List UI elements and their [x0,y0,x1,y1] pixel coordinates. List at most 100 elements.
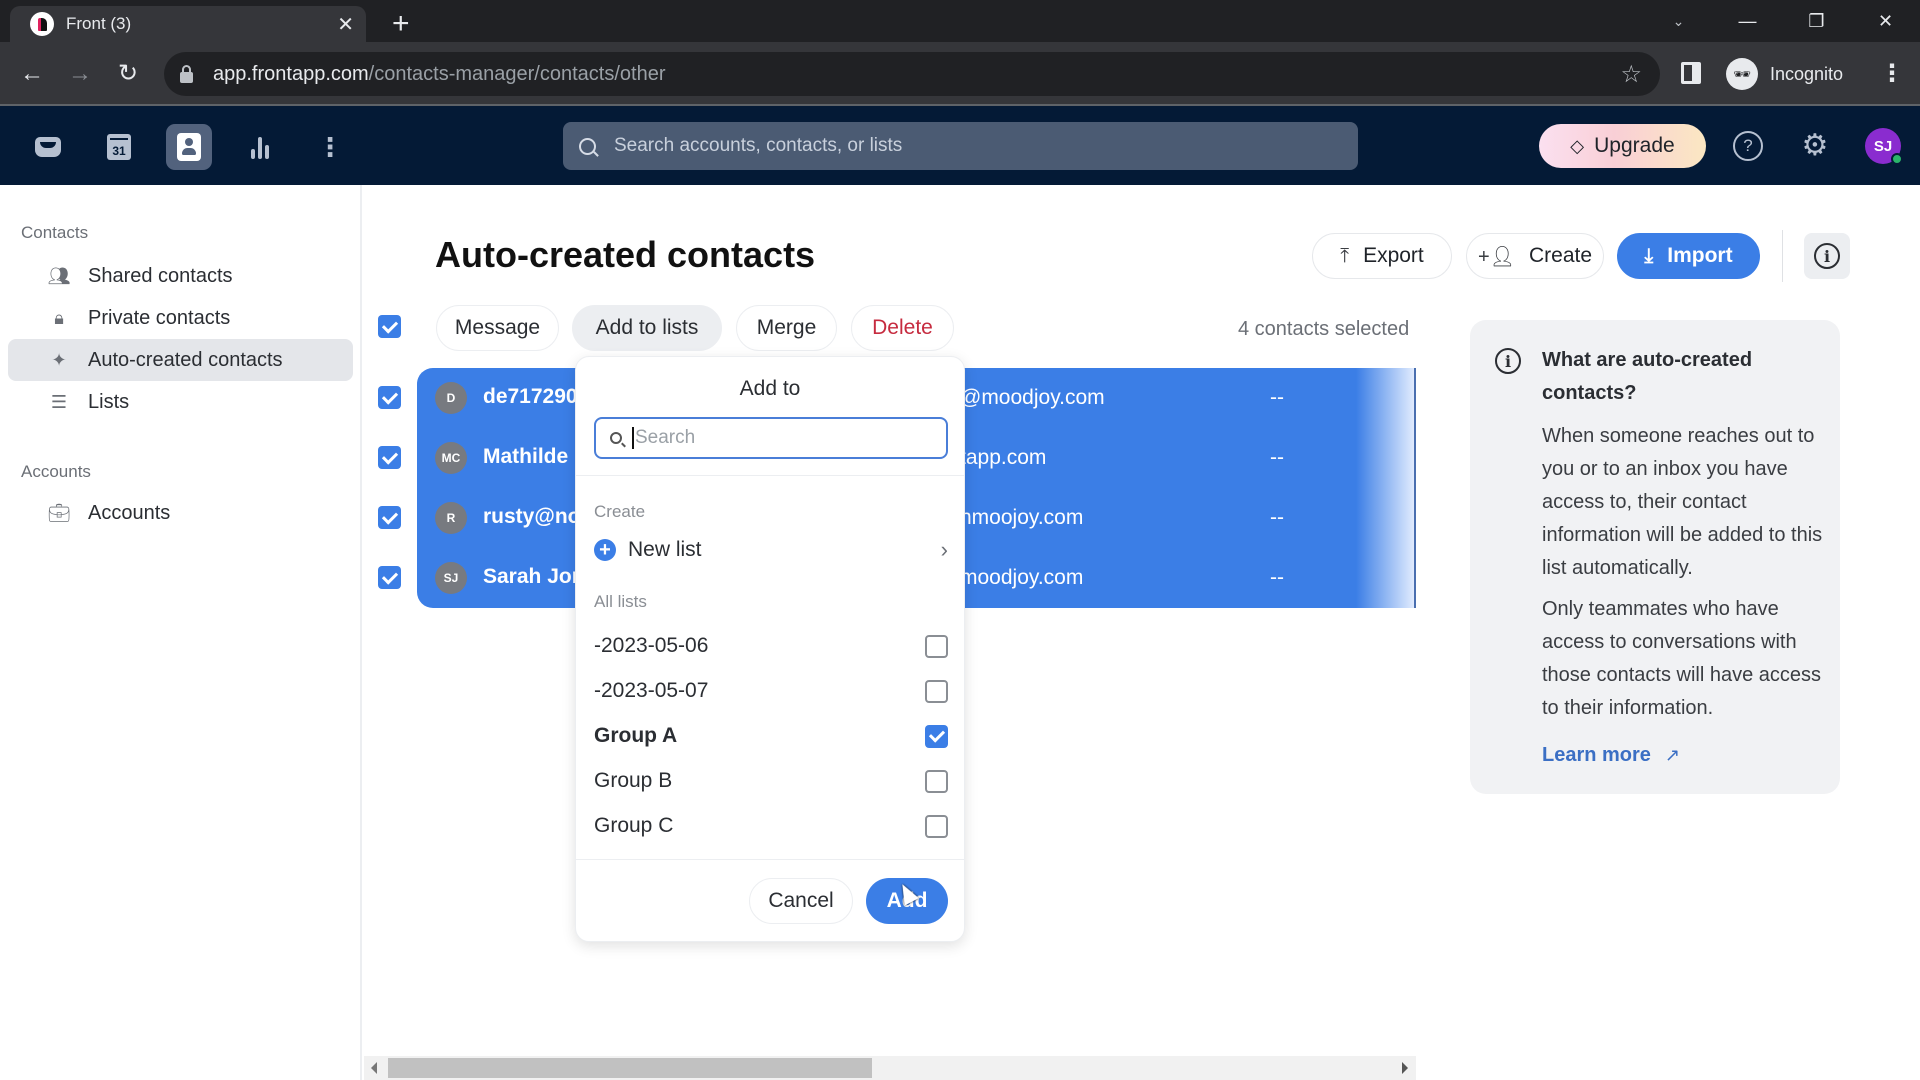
delete-button[interactable]: Delete [851,305,954,351]
cancel-button[interactable]: Cancel [749,878,853,924]
inbox-nav-button[interactable] [25,124,71,170]
contact-email: nmoojoy.com [960,506,1084,529]
close-window-button[interactable]: ✕ [1851,11,1920,32]
sidebar: Contacts 👥︎ Shared contacts 🔒︎ Private c… [0,185,362,1080]
list-search-input[interactable] [632,427,932,449]
restore-button[interactable]: ❐ [1782,11,1851,32]
url-host: app.frontapp.com [213,62,369,85]
contact-email: @moodjoy.com [960,386,1105,409]
table-edge-line [1414,368,1416,608]
sidebar-item-label: Auto-created contacts [88,348,283,371]
all-lists-label: All lists [594,592,647,611]
tab-close-icon[interactable]: ✕ [337,12,354,37]
horizontal-scrollbar[interactable] [364,1056,1416,1080]
scroll-left-arrow-icon[interactable] [371,1062,377,1074]
contact-email: tapp.com [960,446,1047,469]
row-checkbox[interactable] [378,386,401,409]
contact-name: Mathilde [483,445,569,468]
browser-menu-icon[interactable]: ⋮ [1880,54,1904,94]
new-tab-button[interactable]: + [392,6,410,42]
create-button[interactable]: +👤︎ Create [1466,233,1604,279]
list-option[interactable]: Group B [594,761,948,801]
row-checkbox[interactable] [378,566,401,589]
minimize-button[interactable]: — [1713,11,1782,32]
global-search-input[interactable]: Search accounts, contacts, or lists [563,122,1358,170]
incognito-label: Incognito [1770,63,1844,84]
contact-phone: -- [1270,506,1284,529]
table-scroll-fade [1356,368,1416,608]
side-panel-icon[interactable] [1681,62,1701,84]
info-panel: i What are auto-created contacts? When s… [1470,320,1840,794]
contact-phone: -- [1270,566,1284,589]
browser-tab[interactable]: Front (3) ✕ [10,6,366,42]
incognito-icon: 🕶 [1726,58,1758,90]
avatar-initials: SJ [1873,137,1893,155]
bookmark-star-icon[interactable]: ☆ [1620,60,1642,89]
add-to-lists-button[interactable]: Add to lists [572,305,722,351]
list-option-checkbox[interactable] [925,769,948,793]
list-option-checkbox[interactable] [925,679,948,703]
contact-phone: -- [1270,386,1284,409]
sidebar-item-shared-contacts[interactable]: 👥︎ Shared contacts [8,255,353,297]
calendar-nav-button[interactable]: 31 [96,124,142,170]
sidebar-section-accounts: Accounts [21,462,91,481]
sidebar-item-label: Accounts [88,501,171,524]
chevron-right-icon: › [940,537,948,562]
back-arrow-icon[interactable]: ← [14,56,50,92]
browser-tab-bar: Front (3) ✕ + ⌄ — ❐ ✕ [0,0,1920,42]
learn-more-link[interactable]: Learn more ↗ [1542,744,1680,767]
row-checkbox[interactable] [378,446,401,469]
search-icon [579,137,596,155]
tab-search-chevron-icon[interactable]: ⌄ [1644,13,1713,30]
list-option[interactable]: -2023-05-07 [594,671,948,711]
help-icon[interactable]: ? [1733,131,1763,161]
list-option[interactable]: -2023-05-06 [594,626,948,666]
app-header: 31 ⋮ Search accounts, contacts, or lists… [0,106,1920,185]
forward-arrow-icon[interactable]: → [62,56,98,92]
upgrade-button[interactable]: ◇ Upgrade [1539,124,1706,168]
header-divider [1782,230,1783,282]
list-option-checkbox[interactable] [925,634,948,658]
tab-title: Front (3) [66,14,132,33]
contact-avatar: D [435,382,467,414]
more-nav-button[interactable]: ⋮ [307,124,353,170]
new-list-button[interactable]: + New list › [594,534,948,566]
scroll-right-arrow-icon[interactable] [1402,1062,1408,1074]
list-option[interactable]: Group C [594,806,948,846]
info-icon: i [1495,348,1521,374]
sidebar-item-accounts[interactable]: 💼︎ Accounts [8,492,353,534]
settings-gear-icon[interactable]: ⚙ [1800,131,1830,161]
inbox-icon [35,137,61,157]
selection-count: 4 contacts selected [1238,318,1410,340]
user-avatar[interactable]: SJ [1865,128,1903,165]
info-toggle-button[interactable]: i [1804,233,1850,279]
message-button[interactable]: Message [436,305,559,351]
import-button[interactable]: ⤓ Import [1617,233,1760,279]
sidebar-item-auto-created-contacts[interactable]: ✦ Auto-created contacts [8,339,353,381]
analytics-nav-button[interactable] [237,124,283,170]
scrollbar-thumb[interactable] [388,1058,872,1078]
url-bar[interactable]: app.frontapp.com/contacts-manager/contac… [164,52,1660,96]
list-option[interactable]: Group A [594,716,948,756]
contact-email: moodjoy.com [960,566,1084,589]
contacts-nav-button[interactable] [166,124,212,170]
sidebar-item-lists[interactable]: ☰ Lists [8,381,353,423]
window-controls: ⌄ — ❐ ✕ [1644,0,1920,42]
browser-toolbar: ← → ↻ app.frontapp.com/contacts-manager/… [0,42,1920,106]
row-checkbox[interactable] [378,506,401,529]
sidebar-item-private-contacts[interactable]: 🔒︎ Private contacts [8,297,353,339]
select-all-checkbox[interactable] [378,315,401,338]
add-person-icon: +👤︎ [1477,245,1516,268]
export-label: Export [1363,244,1424,267]
list-icon: ☰ [50,391,68,412]
list-option-checkbox[interactable] [925,814,948,838]
merge-button[interactable]: Merge [736,305,837,351]
list-option-checkbox[interactable] [925,724,948,748]
export-button[interactable]: ⤒ Export [1312,233,1452,279]
external-link-icon: ↗ [1664,745,1681,765]
contact-name: Sarah Jon [483,565,585,588]
list-option-name: -2023-05-06 [594,634,709,657]
incognito-indicator[interactable]: 🕶 Incognito [1720,52,1892,96]
reload-icon[interactable]: ↻ [110,56,146,92]
list-search-field[interactable] [594,417,948,459]
